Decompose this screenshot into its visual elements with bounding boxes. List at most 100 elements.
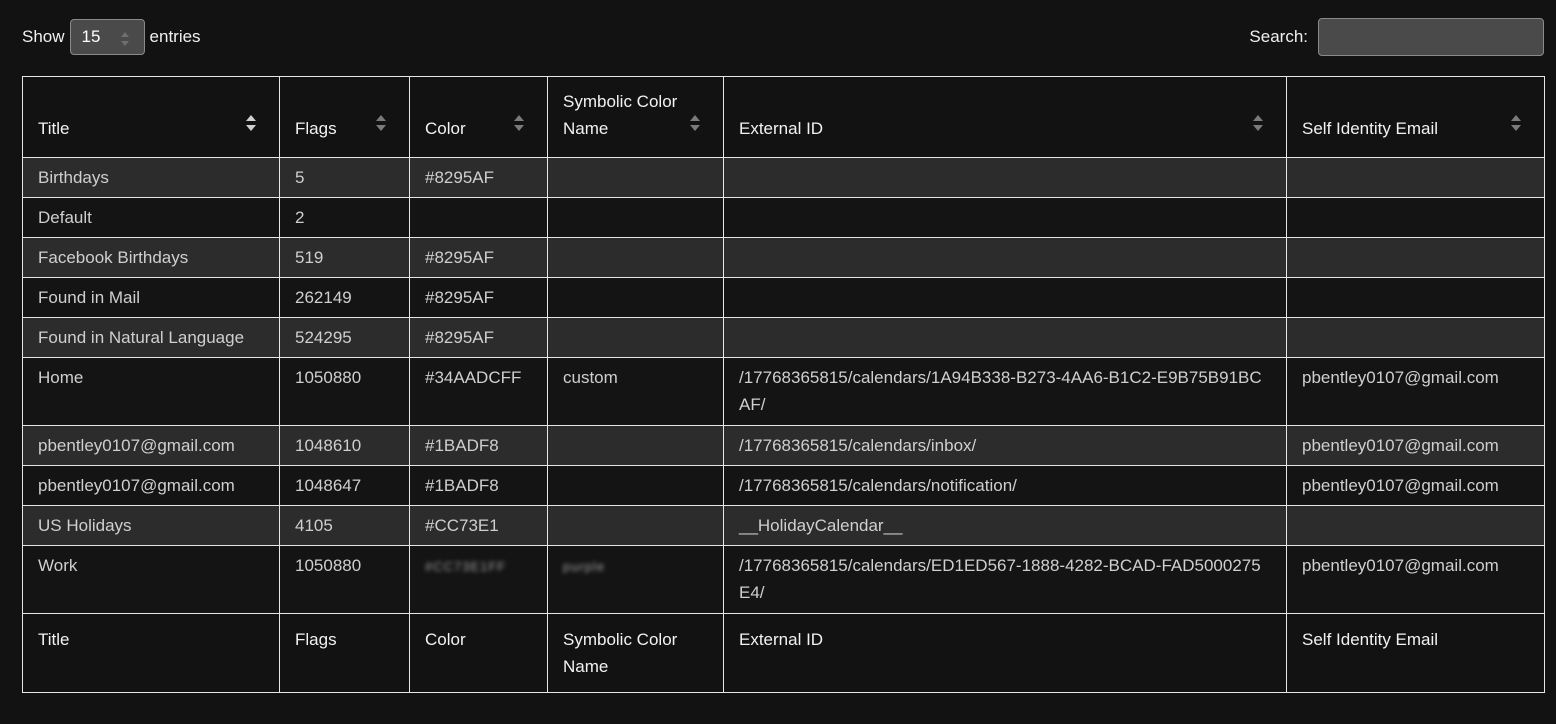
cell-flags: 262149 — [279, 277, 410, 318]
cell-self-identity-email: pbentley0107@gmail.com — [1286, 425, 1545, 466]
footer-color: Color — [409, 613, 548, 693]
sort-active-icon — [246, 115, 256, 131]
column-header-self-identity-email[interactable]: Self Identity Email — [1286, 76, 1545, 158]
table-row: Found in Natural Language 524295 #8295AF — [22, 317, 1545, 358]
cell-symbolic-color-name — [547, 465, 724, 506]
table-row: US Holidays 4105 #CC73E1 __HolidayCalend… — [22, 505, 1545, 546]
cell-color: #1BADF8 — [409, 465, 548, 506]
cell-flags: 4105 — [279, 505, 410, 546]
table-row: Default 2 — [22, 197, 1545, 238]
blurred-color-value: #CC73E1FF — [425, 559, 507, 574]
table-controls: Show 15 entries Search: — [22, 18, 1544, 56]
column-header-symbolic-color-name[interactable]: Symbolic Color Name — [547, 76, 724, 158]
sort-icon — [376, 115, 386, 131]
cell-self-identity-email: pbentley0107@gmail.com — [1286, 545, 1545, 614]
cell-title: Home — [22, 357, 280, 426]
cell-self-identity-email — [1286, 277, 1545, 318]
show-label: Show — [22, 27, 65, 46]
cell-title: Default — [22, 197, 280, 238]
entries-label: entries — [149, 27, 201, 46]
cell-external-id: __HolidayCalendar__ — [723, 505, 1287, 546]
cell-color: #1BADF8 — [409, 425, 548, 466]
table-row: Birthdays 5 #8295AF — [22, 157, 1545, 198]
cell-flags: 1048647 — [279, 465, 410, 506]
cell-self-identity-email — [1286, 237, 1545, 278]
column-header-external-id[interactable]: External ID — [723, 76, 1287, 158]
cell-title: Work — [22, 545, 280, 614]
cell-self-identity-email: pbentley0107@gmail.com — [1286, 465, 1545, 506]
sort-icon — [514, 115, 524, 131]
cell-color: #34AADCFF — [409, 357, 548, 426]
cell-symbolic-color-name — [547, 425, 724, 466]
cell-symbolic-color-name: purple — [547, 545, 724, 614]
cell-self-identity-email — [1286, 157, 1545, 198]
search-label: Search: — [1249, 27, 1308, 46]
entries-per-page-select[interactable]: 15 — [69, 19, 145, 55]
cell-flags: 2 — [279, 197, 410, 238]
sort-icon — [690, 115, 700, 131]
table-row: pbentley0107@gmail.com 1048610 #1BADF8 /… — [22, 425, 1545, 466]
cell-title: Birthdays — [22, 157, 280, 198]
cell-external-id: /17768365815/calendars/ED1ED567-1888-428… — [723, 545, 1287, 614]
cell-external-id: /17768365815/calendars/1A94B338-B273-4AA… — [723, 357, 1287, 426]
table-row: Facebook Birthdays 519 #8295AF — [22, 237, 1545, 278]
table-row: Home 1050880 #34AADCFF custom /177683658… — [22, 357, 1545, 426]
cell-external-id — [723, 277, 1287, 318]
cell-title: pbentley0107@gmail.com — [22, 425, 280, 466]
footer-flags: Flags — [279, 613, 410, 693]
cell-color: #CC73E1FF — [409, 545, 548, 614]
footer-row: Title Flags Color Symbolic Color Name Ex… — [22, 613, 1545, 693]
cell-external-id — [723, 157, 1287, 198]
cell-symbolic-color-name — [547, 277, 724, 318]
cell-color: #8295AF — [409, 157, 548, 198]
column-header-flags[interactable]: Flags — [279, 76, 410, 158]
table-row: pbentley0107@gmail.com 1048647 #1BADF8 /… — [22, 465, 1545, 506]
cell-external-id — [723, 197, 1287, 238]
cell-title: Found in Mail — [22, 277, 280, 318]
blurred-symbolic-value: purple — [563, 559, 606, 574]
cell-title: Facebook Birthdays — [22, 237, 280, 278]
cell-flags: 519 — [279, 237, 410, 278]
cell-external-id — [723, 237, 1287, 278]
sort-icon — [1511, 115, 1521, 131]
cell-color: #8295AF — [409, 237, 548, 278]
cell-self-identity-email — [1286, 197, 1545, 238]
footer-title: Title — [22, 613, 280, 693]
cell-flags: 5 — [279, 157, 410, 198]
footer-self-identity-email: Self Identity Email — [1286, 613, 1545, 693]
entries-per-page-value: 15 — [81, 27, 101, 46]
cell-flags: 1048610 — [279, 425, 410, 466]
cell-color: #8295AF — [409, 277, 548, 318]
cell-symbolic-color-name — [547, 197, 724, 238]
search-input[interactable] — [1318, 18, 1544, 56]
sort-icon — [1253, 115, 1263, 131]
cell-external-id — [723, 317, 1287, 358]
cell-color — [409, 197, 548, 238]
cell-title: US Holidays — [22, 505, 280, 546]
cell-self-identity-email: pbentley0107@gmail.com — [1286, 357, 1545, 426]
cell-self-identity-email — [1286, 505, 1545, 546]
length-control: Show 15 entries — [22, 18, 201, 56]
table-row: Found in Mail 262149 #8295AF — [22, 277, 1545, 318]
cell-symbolic-color-name — [547, 505, 724, 546]
cell-external-id: /17768365815/calendars/inbox/ — [723, 425, 1287, 466]
header-row: Title Flags Color Symbolic Color Name Ex… — [22, 76, 1545, 158]
cell-flags: 524295 — [279, 317, 410, 358]
cell-title: pbentley0107@gmail.com — [22, 465, 280, 506]
select-arrows-icon — [120, 32, 129, 46]
cell-symbolic-color-name: custom — [547, 357, 724, 426]
footer-symbolic-color-name: Symbolic Color Name — [547, 613, 724, 693]
cell-color: #CC73E1 — [409, 505, 548, 546]
cell-flags: 1050880 — [279, 357, 410, 426]
column-header-color[interactable]: Color — [409, 76, 548, 158]
cell-flags: 1050880 — [279, 545, 410, 614]
cell-color: #8295AF — [409, 317, 548, 358]
search-control: Search: — [1249, 18, 1544, 56]
column-header-title[interactable]: Title — [22, 76, 280, 158]
table-row: Work 1050880 #CC73E1FF purple /177683658… — [22, 545, 1545, 614]
cell-title: Found in Natural Language — [22, 317, 280, 358]
cell-external-id: /17768365815/calendars/notification/ — [723, 465, 1287, 506]
cell-symbolic-color-name — [547, 157, 724, 198]
cell-symbolic-color-name — [547, 237, 724, 278]
calendars-table: Title Flags Color Symbolic Color Name Ex… — [22, 76, 1545, 693]
